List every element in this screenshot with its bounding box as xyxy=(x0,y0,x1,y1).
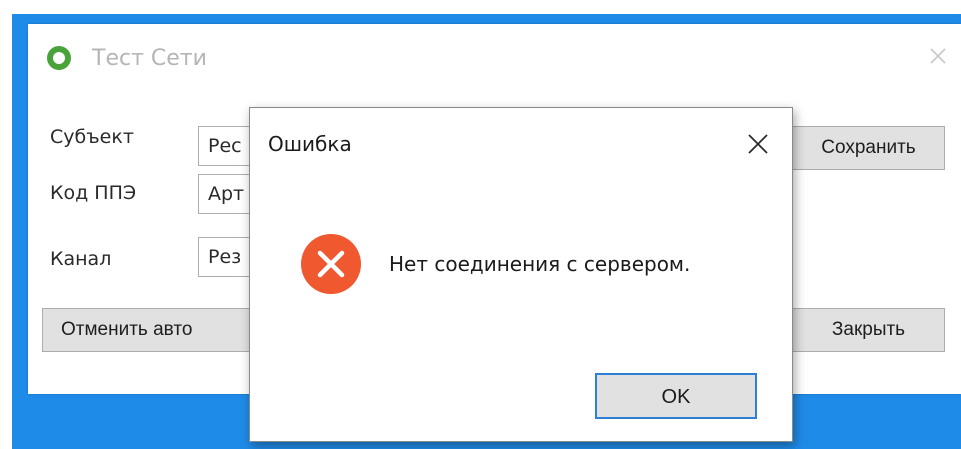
ppe-code-label: Код ППЭ xyxy=(50,182,137,204)
dialog-close-icon[interactable] xyxy=(746,132,770,156)
main-window-title: Тест Сети xyxy=(92,46,207,71)
main-close-icon[interactable] xyxy=(926,44,950,68)
dialog-message: Нет соединения с сервером. xyxy=(389,252,691,276)
close-button[interactable]: Закрыть xyxy=(792,308,945,352)
subject-label: Субъект xyxy=(50,126,134,148)
cancel-auto-button[interactable]: Отменить авто xyxy=(42,308,272,352)
dialog-title: Ошибка xyxy=(268,132,352,156)
error-icon xyxy=(301,234,361,294)
channel-label: Канал xyxy=(50,248,112,270)
app-logo-icon xyxy=(47,46,71,70)
ok-button[interactable]: OK xyxy=(595,373,757,419)
error-dialog: Ошибка Нет соединения с сервером. OK xyxy=(249,107,793,442)
save-button[interactable]: Сохранить xyxy=(792,126,945,170)
